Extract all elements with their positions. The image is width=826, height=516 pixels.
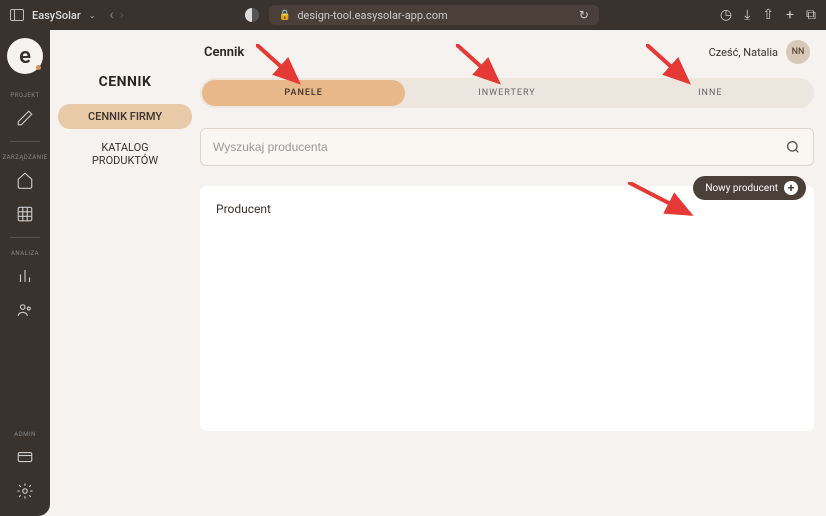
- new-tab-icon[interactable]: +: [786, 7, 794, 23]
- secondary-nav: CENNIK CENNIK FIRMY KATALOG PRODUKTÓW: [50, 30, 200, 516]
- share-icon[interactable]: ⇧: [762, 7, 774, 23]
- tab-panele[interactable]: PANELE: [202, 80, 405, 106]
- new-producer-button[interactable]: Nowy producent +: [693, 176, 806, 200]
- history-icon[interactable]: ◷: [720, 7, 732, 23]
- tab-inne[interactable]: INNE: [609, 80, 812, 106]
- users-icon: [16, 301, 34, 319]
- main-sidebar: e PROJEKT ZARZĄDZANIE ANALIZA ADMIN: [0, 30, 50, 516]
- tab-bar: PANELE INWERTERY INNE: [200, 78, 814, 108]
- contrast-icon[interactable]: [245, 8, 259, 22]
- browser-site-name: EasySolar: [32, 9, 81, 22]
- main-content: Cennik Cześć, Natalia NN PANELE INWERTER…: [200, 30, 826, 516]
- search-box: [200, 128, 814, 166]
- browser-back-icon[interactable]: ‹: [109, 7, 113, 23]
- producer-panel: Producent: [200, 186, 814, 431]
- sidebar-section-label: PROJEKT: [10, 92, 39, 99]
- secondary-nav-item-katalog[interactable]: KATALOG PRODUKTÓW: [58, 135, 192, 173]
- browser-chrome: EasySolar ⌄ ‹ › 🔒 design-tool.easysolar-…: [0, 0, 826, 30]
- sidebar-item-billing[interactable]: [12, 444, 38, 470]
- sidebar-item-stats[interactable]: [12, 263, 38, 289]
- refresh-icon[interactable]: ↻: [579, 8, 589, 22]
- search-input[interactable]: [213, 140, 785, 154]
- new-producer-label: Nowy producent: [705, 183, 778, 194]
- page-title: Cennik: [204, 45, 244, 60]
- panel-title: Producent: [216, 202, 798, 216]
- sidebar-section-label: ANALIZA: [11, 250, 39, 257]
- download-icon[interactable]: ⤓: [744, 7, 750, 23]
- edit-icon: [16, 109, 34, 127]
- tab-inwertery[interactable]: INWERTERY: [405, 80, 608, 106]
- sidebar-item-home[interactable]: [12, 167, 38, 193]
- tabs-icon[interactable]: ⧉: [806, 7, 816, 23]
- card-icon: [16, 448, 34, 466]
- secondary-nav-title: CENNIK: [58, 74, 192, 90]
- sidebar-item-grid[interactable]: [12, 201, 38, 227]
- url-bar[interactable]: 🔒 design-tool.easysolar-app.com ↻: [269, 5, 599, 25]
- sidebar-section-label: ZARZĄDZANIE: [2, 154, 47, 161]
- plus-icon: +: [784, 181, 798, 195]
- sidebar-item-edit[interactable]: [12, 105, 38, 131]
- browser-forward-icon[interactable]: ›: [120, 7, 124, 23]
- chart-icon: [16, 267, 34, 285]
- home-icon: [16, 171, 34, 189]
- url-text: design-tool.easysolar-app.com: [297, 9, 447, 22]
- sidebar-item-users[interactable]: [12, 297, 38, 323]
- user-avatar[interactable]: NN: [786, 40, 810, 64]
- sidebar-item-settings[interactable]: [12, 478, 38, 504]
- search-icon[interactable]: [785, 139, 801, 155]
- grid-icon: [16, 205, 34, 223]
- lock-icon: 🔒: [279, 10, 291, 21]
- app-logo[interactable]: e: [7, 38, 43, 74]
- sidebar-section-label: ADMIN: [14, 431, 36, 438]
- secondary-nav-item-cennik-firmy[interactable]: CENNIK FIRMY: [58, 104, 192, 129]
- greeting-text: Cześć, Natalia: [709, 46, 778, 59]
- sidebar-toggle-icon[interactable]: [10, 9, 24, 21]
- gear-icon: [16, 482, 34, 500]
- dropdown-icon[interactable]: ⌄: [89, 11, 96, 20]
